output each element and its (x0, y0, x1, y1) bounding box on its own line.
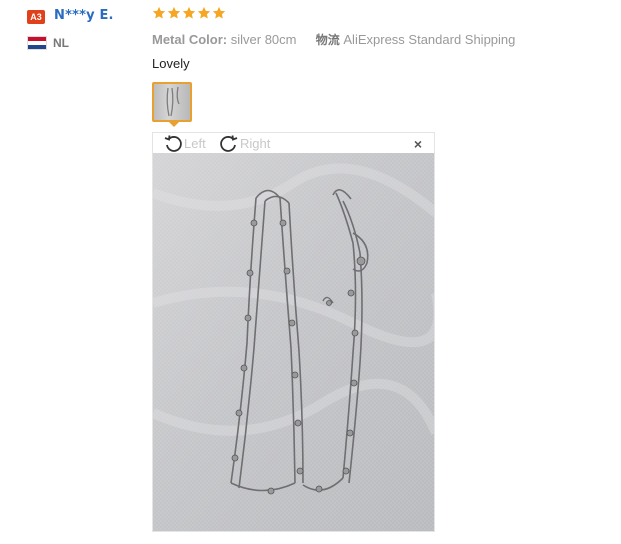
star-icon (167, 6, 181, 19)
attribute-value: silver 80cm (230, 32, 297, 47)
star-icon (197, 6, 211, 19)
rotate-left-label: Left (184, 135, 206, 151)
photo-viewer: Left Right × (152, 132, 435, 532)
thumbnail-image (154, 84, 190, 120)
shipping-method: AliExpress Standard Shipping (343, 32, 516, 47)
rotate-left-icon (164, 135, 182, 152)
review-attributes: Metal Color: silver 80cm 物流 AliExpress S… (152, 31, 515, 48)
close-button[interactable]: × (414, 136, 422, 152)
buyer-level-badge: A3 (27, 10, 45, 24)
star-icon (152, 6, 166, 19)
country-flag-icon (27, 36, 47, 50)
shipping-label: 物流 (315, 33, 340, 47)
attribute-label: Metal Color: (152, 32, 228, 47)
viewer-toolbar: Left Right × (153, 133, 434, 153)
rotate-right-label: Right (240, 135, 271, 151)
star-icon (182, 6, 196, 19)
thumbnail-pointer (169, 122, 179, 127)
buyer-country: NL (53, 36, 69, 50)
star-icon (212, 6, 226, 19)
star-rating (152, 6, 226, 20)
rotate-left-button[interactable]: Left (163, 133, 206, 153)
buyer-name: N***y E. (54, 8, 114, 23)
rotate-right-button[interactable]: Right (219, 133, 270, 153)
review-text: Lovely (152, 56, 190, 71)
rotate-right-icon (220, 135, 238, 152)
photo-thumbnail[interactable] (152, 82, 192, 122)
review-photo (153, 153, 434, 531)
